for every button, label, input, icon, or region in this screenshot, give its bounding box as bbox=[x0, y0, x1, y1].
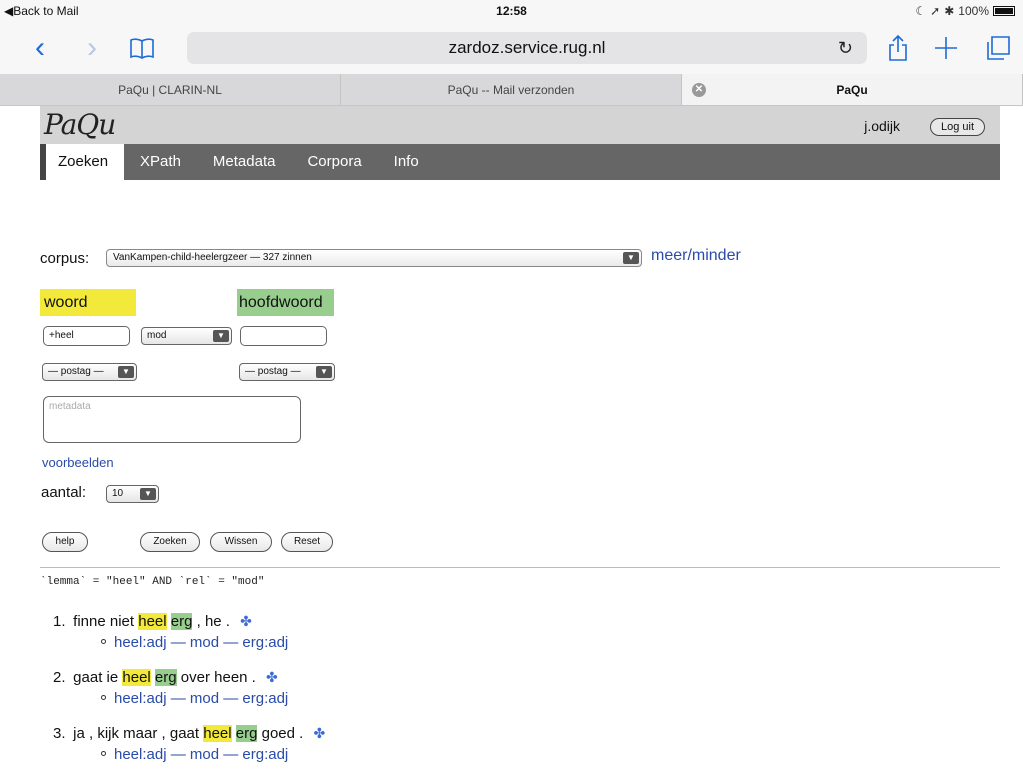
status-time: 12:58 bbox=[496, 4, 527, 18]
relation-link[interactable]: heel:adj — mod — erg:adj bbox=[114, 746, 288, 763]
location-icon: ➚ bbox=[930, 4, 941, 18]
site-header: PaQu j.odijk Log uit bbox=[40, 106, 1000, 144]
url-text: zardoz.service.rug.nl bbox=[448, 38, 606, 57]
aantal-select[interactable]: 10 ▼ bbox=[106, 485, 159, 503]
forward-icon[interactable]: › bbox=[74, 30, 110, 66]
tab-label: PaQu -- Mail verzonden bbox=[447, 83, 575, 97]
result-number: 2. bbox=[53, 669, 66, 686]
bluetooth-icon: ✱ bbox=[944, 4, 955, 18]
result-after: goed . bbox=[261, 725, 304, 742]
reset-button[interactable]: Reset bbox=[281, 532, 333, 552]
bullet-icon bbox=[101, 694, 106, 700]
back-icon[interactable]: ‹ bbox=[22, 30, 58, 66]
nav-xpath[interactable]: XPath bbox=[124, 144, 197, 180]
logout-button[interactable]: Log uit bbox=[929, 118, 985, 136]
metadata-textarea[interactable]: metadata bbox=[43, 396, 301, 443]
nav-metadata[interactable]: Metadata bbox=[197, 144, 292, 180]
meer-minder-link[interactable]: meer/minder bbox=[651, 247, 741, 265]
corpus-value: VanKampen-child-heelergzeer — 327 zinnen bbox=[113, 252, 312, 263]
status-bar: ◀Back to Mail 12:58 ☾ ➚ ✱ 100% bbox=[0, 0, 1023, 22]
result-word: heel bbox=[203, 725, 232, 742]
aantal-value: 10 bbox=[112, 488, 124, 499]
woord-input[interactable]: +heel bbox=[43, 326, 130, 346]
chevron-down-icon: ▼ bbox=[140, 488, 156, 500]
rel-value: mod bbox=[147, 330, 167, 341]
bullet-icon bbox=[101, 638, 106, 644]
nav-zoeken[interactable]: Zoeken bbox=[40, 144, 125, 180]
bullet-icon bbox=[101, 750, 106, 756]
nav-corpora[interactable]: Corpora bbox=[291, 144, 377, 180]
tab-paqu-clarin[interactable]: PaQu | CLARIN-NL bbox=[0, 74, 341, 105]
new-tab-icon[interactable] bbox=[928, 30, 964, 66]
browser-tabs: PaQu | CLARIN-NL PaQu -- Mail verzonden … bbox=[0, 74, 1023, 106]
nav-info[interactable]: Info bbox=[378, 144, 435, 180]
result-number: 1. bbox=[53, 613, 66, 630]
expand-icon[interactable]: ✤ bbox=[266, 669, 278, 685]
hoofdwoord-input[interactable] bbox=[240, 326, 327, 346]
woord-label: woord bbox=[40, 289, 136, 316]
hoofdwoord-label: hoofdwoord bbox=[237, 289, 334, 316]
user-name: j.odijk bbox=[864, 118, 900, 134]
result-before: ja , kijk maar , gaat bbox=[73, 725, 200, 742]
relation-link[interactable]: heel:adj — mod — erg:adj bbox=[114, 690, 288, 707]
help-button[interactable]: help bbox=[42, 532, 88, 552]
chevron-down-icon: ▼ bbox=[623, 252, 639, 264]
url-bar[interactable]: zardoz.service.rug.nl ↻ bbox=[187, 32, 867, 64]
result-before: finne niet bbox=[73, 613, 135, 630]
wissen-button[interactable]: Wissen bbox=[210, 532, 272, 552]
battery-percent: 100% bbox=[958, 4, 989, 18]
zoeken-button[interactable]: Zoeken bbox=[140, 532, 200, 552]
chevron-down-icon: ▼ bbox=[118, 366, 134, 378]
voorbeelden-link[interactable]: voorbeelden bbox=[42, 455, 114, 470]
expand-icon[interactable]: ✤ bbox=[240, 613, 252, 629]
moon-icon: ☾ bbox=[915, 4, 927, 18]
tabs-icon[interactable] bbox=[980, 30, 1016, 66]
result-word: heel bbox=[138, 613, 167, 630]
postag-value: — postag — bbox=[48, 366, 104, 377]
result-head: erg bbox=[170, 613, 193, 630]
aantal-label: aantal: bbox=[41, 484, 87, 501]
rel-select[interactable]: mod ▼ bbox=[141, 327, 232, 345]
result-after: , he . bbox=[196, 613, 230, 630]
tab-paqu[interactable]: ✕ PaQu bbox=[682, 74, 1023, 105]
results-list: 1. finne niet heel erg , he . ✤ heel:adj… bbox=[53, 610, 325, 773]
status-right: ☾ ➚ ✱ 100% bbox=[915, 4, 1015, 18]
corpus-select[interactable]: VanKampen-child-heelergzeer — 327 zinnen… bbox=[106, 249, 642, 267]
divider bbox=[40, 567, 1000, 568]
postag-value: — postag — bbox=[245, 366, 301, 377]
corpus-label: corpus: bbox=[40, 250, 90, 267]
reload-icon[interactable]: ↻ bbox=[838, 32, 853, 64]
list-item: 3. ja , kijk maar , gaat heel erg goed .… bbox=[53, 722, 325, 766]
postag-woord-select[interactable]: — postag — ▼ bbox=[42, 363, 137, 381]
list-item: 1. finne niet heel erg , he . ✤ heel:adj… bbox=[53, 610, 325, 654]
result-number: 3. bbox=[53, 725, 66, 742]
chevron-down-icon: ▼ bbox=[213, 330, 229, 342]
tab-label: PaQu bbox=[836, 83, 868, 97]
result-word: heel bbox=[122, 669, 151, 686]
battery-icon bbox=[993, 6, 1015, 16]
relation-link[interactable]: heel:adj — mod — erg:adj bbox=[114, 634, 288, 651]
expand-icon[interactable]: ✤ bbox=[314, 725, 326, 741]
query-text: `lemma` = "heel" AND `rel` = "mod" bbox=[40, 576, 265, 588]
tab-paqu-mail[interactable]: PaQu -- Mail verzonden bbox=[341, 74, 682, 105]
chevron-down-icon: ▼ bbox=[316, 366, 332, 378]
result-head: erg bbox=[235, 725, 258, 742]
share-icon[interactable] bbox=[880, 30, 916, 66]
close-tab-icon[interactable]: ✕ bbox=[692, 83, 706, 97]
browser-toolbar: ‹ › zardoz.service.rug.nl ↻ bbox=[0, 22, 1023, 74]
postag-hoofdwoord-select[interactable]: — postag — ▼ bbox=[239, 363, 335, 381]
bookmarks-icon[interactable] bbox=[124, 30, 160, 66]
paqu-logo[interactable]: PaQu bbox=[44, 108, 116, 141]
result-before: gaat ie bbox=[73, 669, 119, 686]
result-head: erg bbox=[154, 669, 177, 686]
list-item: 2. gaat ie heel erg over heen . ✤ heel:a… bbox=[53, 666, 325, 710]
tab-label: PaQu | CLARIN-NL bbox=[118, 83, 222, 97]
main-nav: Zoeken XPath Metadata Corpora Info bbox=[40, 144, 1000, 180]
result-after: over heen . bbox=[180, 669, 256, 686]
